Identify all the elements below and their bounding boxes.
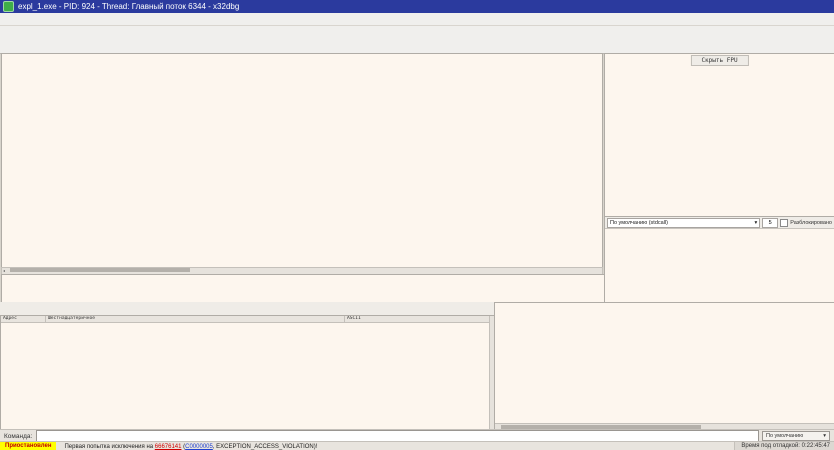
unlocked-label: Разблокировано: [790, 219, 832, 226]
stack-pane[interactable]: [494, 302, 834, 431]
view-tabs: [0, 39, 834, 54]
hide-fpu-button[interactable]: Скрыть FPU: [690, 55, 749, 66]
disassembly-pane[interactable]: [1, 53, 603, 269]
status-bar: Приостановлен Первая попытка исключения …: [0, 441, 834, 450]
calling-convention-select[interactable]: По умолчанию (stdcall) ▾: [607, 217, 761, 228]
argument-list: [605, 229, 834, 231]
menu-bar: [0, 13, 834, 26]
exception-address-link[interactable]: 66676141: [155, 444, 182, 450]
command-default-select[interactable]: По умолчанию ▾: [762, 431, 830, 441]
debug-time: Время под отладкой: 0:22:45:47: [734, 442, 834, 450]
dump-pane[interactable]: Адрес Шестнадцатеричное ASCII: [0, 315, 496, 431]
command-label: Команда:: [4, 432, 33, 440]
exception-message: Первая попытка исключения на 66676141 (C…: [64, 443, 318, 450]
chevron-down-icon: ▾: [823, 433, 826, 439]
chevron-down-icon: ▾: [754, 219, 758, 226]
registers-pane[interactable]: Скрыть FPU: [604, 53, 834, 218]
debug-state-badge: Приостановлен: [0, 442, 57, 450]
arg-count-spinner[interactable]: 5: [762, 217, 779, 228]
toolbar: [0, 26, 834, 40]
app-icon: [3, 1, 14, 12]
dump-header: Адрес Шестнадцатеричное ASCII: [1, 316, 495, 323]
scroll-left-arrow[interactable]: ◂: [3, 268, 5, 273]
title-bar: expl_1.exe - PID: 924 - Thread: Главный …: [0, 0, 834, 13]
dump-tabs: [0, 302, 494, 316]
window-title: expl_1.exe - PID: 924 - Thread: Главный …: [18, 2, 240, 11]
arguments-pane: По умолчанию (stdcall) ▾ 5 Разблокирован…: [604, 216, 834, 304]
scrollbar-thumb[interactable]: [10, 268, 190, 272]
x32dbg-window: expl_1.exe - PID: 924 - Thread: Главный …: [0, 0, 834, 450]
calling-convention-row: По умолчанию (stdcall) ▾ 5 Разблокирован…: [605, 217, 834, 229]
unlocked-checkbox[interactable]: [780, 218, 789, 227]
exception-code-link[interactable]: C0000005: [185, 444, 213, 450]
